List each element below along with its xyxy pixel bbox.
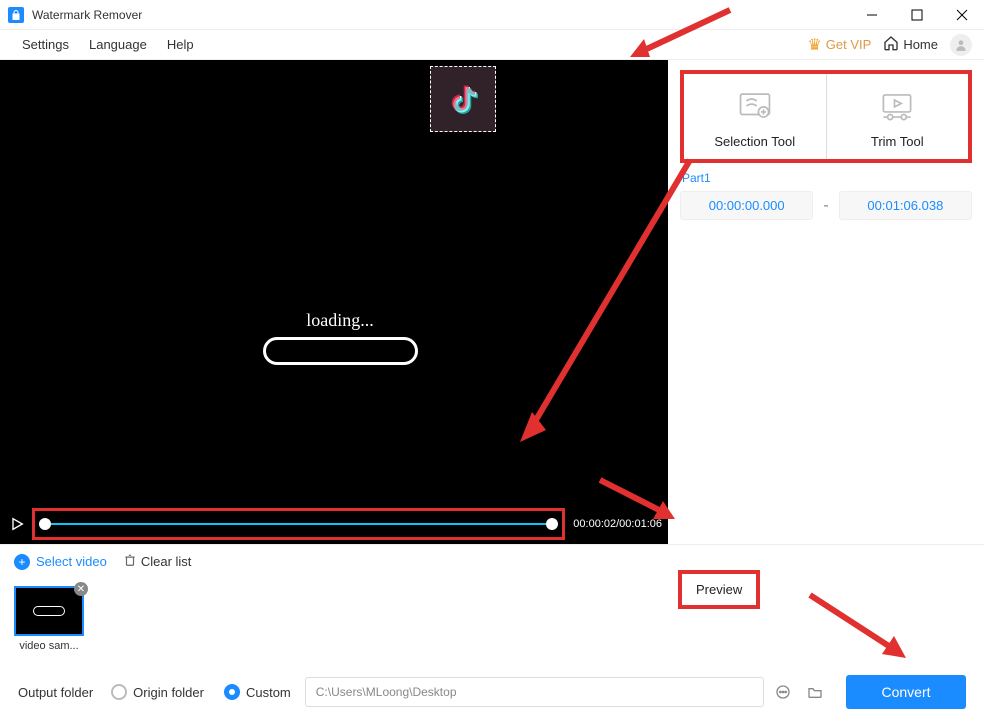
output-radio-group: Origin folder Custom	[111, 684, 291, 700]
plus-icon: +	[14, 554, 30, 570]
get-vip-label: Get VIP	[826, 37, 872, 52]
video-pane: loading... 00:00:02/00:01:06	[0, 60, 668, 544]
start-time-field[interactable]: 00:00:00.000	[680, 191, 813, 220]
watermark-selection-box[interactable]	[430, 66, 496, 132]
output-folder-label: Output folder	[18, 685, 93, 700]
loading-text: loading...	[255, 310, 425, 331]
crown-icon: ♛	[807, 35, 821, 55]
playback-time: 00:00:02/00:01:06	[573, 518, 662, 530]
selection-tool-icon	[692, 88, 818, 124]
maximize-button[interactable]	[894, 0, 939, 30]
custom-folder-label: Custom	[246, 685, 291, 700]
player-controls: 00:00:02/00:01:06	[0, 504, 668, 544]
clear-list-button[interactable]: Clear list	[123, 553, 192, 570]
tool-sidebar: Selection Tool Trim Tool Part1 00:00:00.…	[668, 60, 984, 544]
get-vip-button[interactable]: ♛ Get VIP	[807, 35, 871, 55]
minimize-button[interactable]	[849, 0, 894, 30]
thumbnails-row: ✕ video sam...	[0, 578, 984, 664]
origin-folder-radio[interactable]: Origin folder	[111, 684, 204, 700]
thumbnail-image: ✕	[14, 586, 84, 636]
custom-folder-radio[interactable]: Custom	[224, 684, 291, 700]
selection-tool-label: Selection Tool	[692, 134, 818, 149]
home-icon	[883, 35, 899, 54]
menu-language[interactable]: Language	[79, 33, 157, 56]
trim-handle-end[interactable]	[546, 518, 558, 530]
browse-folder-button[interactable]	[802, 679, 828, 705]
loading-indicator: loading...	[255, 310, 425, 365]
part-label[interactable]: Part1	[682, 171, 972, 185]
home-button[interactable]: Home	[883, 35, 938, 54]
user-avatar[interactable]	[950, 34, 972, 56]
trim-tool-button[interactable]: Trim Tool	[826, 74, 969, 159]
selection-tool-button[interactable]: Selection Tool	[684, 74, 826, 159]
convert-button[interactable]: Convert	[846, 675, 966, 709]
titlebar: Watermark Remover	[0, 0, 984, 30]
window-controls	[849, 0, 984, 30]
preview-button[interactable]: Preview	[678, 570, 760, 609]
trim-slider[interactable]	[32, 508, 565, 540]
close-button[interactable]	[939, 0, 984, 30]
origin-folder-label: Origin folder	[133, 685, 204, 700]
clear-list-label: Clear list	[141, 554, 192, 569]
tiktok-icon	[445, 79, 481, 119]
tool-group: Selection Tool Trim Tool	[680, 70, 972, 163]
more-options-button[interactable]	[770, 679, 796, 705]
trim-tool-icon	[835, 88, 961, 124]
output-path-input[interactable]	[305, 677, 764, 707]
select-video-button[interactable]: + Select video	[14, 554, 107, 570]
trim-tool-label: Trim Tool	[835, 134, 961, 149]
home-label: Home	[903, 37, 938, 52]
time-dash: -	[823, 197, 828, 215]
menu-settings[interactable]: Settings	[12, 33, 79, 56]
list-actions-row: + Select video Clear list	[0, 544, 984, 578]
menubar: Settings Language Help ♛ Get VIP Home	[0, 30, 984, 60]
menu-help[interactable]: Help	[157, 33, 204, 56]
trash-icon	[123, 553, 137, 570]
app-title: Watermark Remover	[32, 8, 142, 22]
video-thumbnail[interactable]: ✕ video sam...	[14, 586, 84, 664]
thumbnail-preview	[33, 606, 65, 616]
time-range-row: 00:00:00.000 - 00:01:06.038	[680, 191, 972, 220]
radio-icon	[111, 684, 127, 700]
remove-thumbnail-button[interactable]: ✕	[74, 582, 88, 596]
trim-handle-start[interactable]	[39, 518, 51, 530]
output-bar: Output folder Origin folder Custom Conve…	[0, 671, 984, 713]
video-canvas[interactable]: loading...	[0, 60, 668, 504]
play-button[interactable]	[6, 513, 28, 535]
end-time-field[interactable]: 00:01:06.038	[839, 191, 972, 220]
select-video-label: Select video	[36, 554, 107, 569]
thumbnail-label: video sam...	[14, 640, 84, 652]
app-icon	[8, 7, 24, 23]
radio-icon	[224, 684, 240, 700]
main-area: loading... 00:00:02/00:01:06	[0, 60, 984, 544]
loading-bar	[263, 337, 418, 365]
